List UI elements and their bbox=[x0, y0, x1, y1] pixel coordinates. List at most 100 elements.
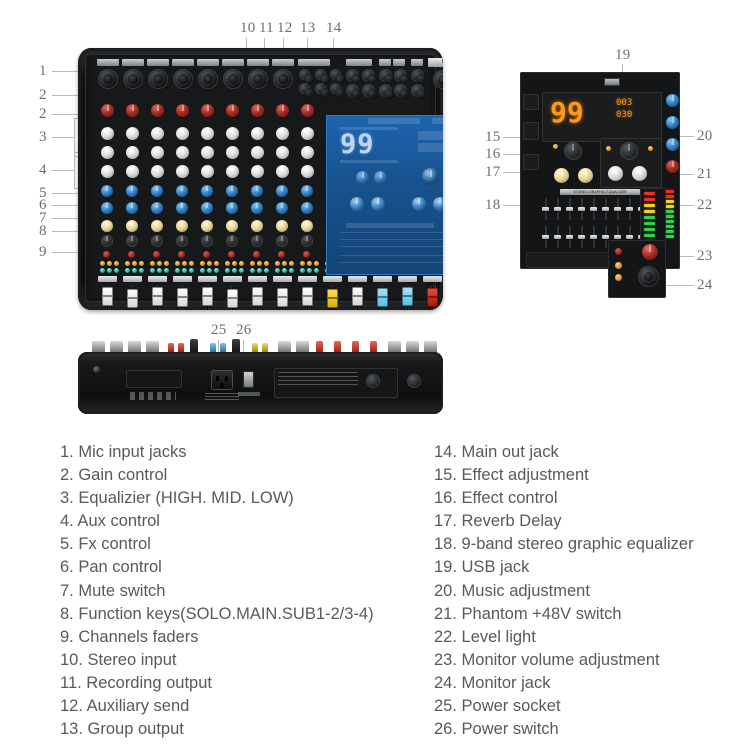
aux-control-knob[interactable] bbox=[251, 202, 263, 214]
eq-band-slider[interactable] bbox=[578, 235, 585, 239]
eq-mid-knob[interactable] bbox=[301, 146, 314, 159]
function-key-sub[interactable] bbox=[114, 261, 119, 266]
music-adjustment-knob[interactable] bbox=[620, 142, 638, 160]
eq-high-knob[interactable] bbox=[276, 127, 289, 140]
function-key-main[interactable] bbox=[307, 261, 312, 266]
rca-jack-stereo-l[interactable] bbox=[299, 69, 314, 84]
channel-fader[interactable] bbox=[102, 287, 113, 306]
gain-control-knob[interactable] bbox=[101, 104, 114, 117]
function-key-sub[interactable] bbox=[264, 268, 269, 273]
gain-control-knob[interactable] bbox=[301, 104, 314, 117]
mute-switch[interactable] bbox=[178, 251, 185, 258]
function-key-main[interactable] bbox=[132, 268, 137, 273]
rca-jack-rec-r[interactable] bbox=[315, 83, 330, 98]
channel-fader[interactable] bbox=[127, 289, 138, 308]
sub-1-2-fader[interactable] bbox=[377, 288, 388, 307]
pan-control-knob[interactable] bbox=[301, 235, 313, 247]
eq-band-slider[interactable] bbox=[566, 235, 573, 239]
aux-control-knob[interactable] bbox=[151, 185, 163, 197]
channel-fader[interactable] bbox=[202, 287, 213, 306]
eq-high-knob[interactable] bbox=[176, 127, 189, 140]
main-out-trs-jack[interactable] bbox=[411, 69, 426, 84]
aux-control-knob[interactable] bbox=[126, 185, 138, 197]
power-socket[interactable] bbox=[211, 370, 233, 390]
function-key-solo[interactable] bbox=[200, 268, 205, 273]
function-key-main[interactable] bbox=[282, 268, 287, 273]
return-knob[interactable] bbox=[666, 160, 679, 173]
music-level-knob[interactable] bbox=[632, 166, 647, 181]
channel-fader[interactable] bbox=[152, 287, 163, 306]
main-left-fader[interactable] bbox=[427, 288, 438, 307]
function-key-solo[interactable] bbox=[300, 261, 305, 266]
effect-adjustment-knob[interactable] bbox=[564, 142, 582, 160]
function-key-solo[interactable] bbox=[275, 261, 280, 266]
mic-input-jack[interactable] bbox=[98, 69, 118, 89]
function-key-sub[interactable] bbox=[314, 261, 319, 266]
mic-input-jack[interactable] bbox=[198, 69, 218, 89]
aux-control-knob[interactable] bbox=[301, 202, 313, 214]
function-key-main[interactable] bbox=[307, 268, 312, 273]
eq-band-slider[interactable] bbox=[542, 235, 549, 239]
aux-control-knob[interactable] bbox=[176, 202, 188, 214]
eq-high-knob[interactable] bbox=[151, 127, 164, 140]
eq-mid-knob[interactable] bbox=[176, 146, 189, 159]
function-key-sub[interactable] bbox=[214, 268, 219, 273]
group-output-jack[interactable] bbox=[394, 84, 409, 99]
eq-low-knob[interactable] bbox=[276, 165, 289, 178]
eq-band-slider[interactable] bbox=[590, 207, 597, 211]
aux-control-knob[interactable] bbox=[251, 185, 263, 197]
function-key-main[interactable] bbox=[232, 268, 237, 273]
function-key-main[interactable] bbox=[207, 268, 212, 273]
function-key-sub[interactable] bbox=[139, 268, 144, 273]
mute-switch[interactable] bbox=[203, 251, 210, 258]
music-adjust-knob[interactable] bbox=[422, 168, 439, 185]
eq-low-knob[interactable] bbox=[126, 165, 139, 178]
mute-switch[interactable] bbox=[278, 251, 285, 258]
function-key-main[interactable] bbox=[157, 261, 162, 266]
gain-control-knob[interactable] bbox=[201, 104, 214, 117]
mp3-fader[interactable] bbox=[352, 287, 363, 306]
fx-control-knob[interactable] bbox=[151, 220, 163, 232]
mic-input-jack[interactable] bbox=[248, 69, 268, 89]
rca-jack-rec-r2[interactable] bbox=[330, 83, 345, 98]
eq-band-slider[interactable] bbox=[578, 207, 585, 211]
function-key-main[interactable] bbox=[107, 261, 112, 266]
eq-low-knob[interactable] bbox=[176, 165, 189, 178]
function-key-main[interactable] bbox=[257, 261, 262, 266]
music-level-knob[interactable] bbox=[433, 197, 443, 211]
rear-jack[interactable] bbox=[366, 374, 380, 388]
aux-control-knob[interactable] bbox=[226, 185, 238, 197]
function-key-sub[interactable] bbox=[189, 261, 194, 266]
aux-control-knob[interactable] bbox=[201, 185, 213, 197]
fx-control-knob[interactable] bbox=[276, 220, 288, 232]
function-key-solo[interactable] bbox=[200, 261, 205, 266]
fx-control-knob[interactable] bbox=[101, 220, 113, 232]
aux-send-jack[interactable] bbox=[346, 69, 361, 84]
mute-switch[interactable] bbox=[253, 251, 260, 258]
fx-control-knob[interactable] bbox=[176, 220, 188, 232]
eq-high-knob[interactable] bbox=[226, 127, 239, 140]
eq-high-knob[interactable] bbox=[201, 127, 214, 140]
pan-control-knob[interactable] bbox=[251, 235, 263, 247]
fx-fader[interactable] bbox=[327, 289, 338, 308]
gain-control-knob[interactable] bbox=[226, 104, 239, 117]
function-key-sub[interactable] bbox=[239, 261, 244, 266]
function-key-solo[interactable] bbox=[300, 268, 305, 273]
rca-jack-rec-l2[interactable] bbox=[330, 69, 345, 84]
gain-control-knob[interactable] bbox=[151, 104, 164, 117]
aux-control-knob[interactable] bbox=[201, 202, 213, 214]
eq-band-slider[interactable] bbox=[542, 207, 549, 211]
eq-band-slider[interactable] bbox=[554, 207, 561, 211]
eq-band-slider[interactable] bbox=[614, 235, 621, 239]
eq-low-knob[interactable] bbox=[301, 165, 314, 178]
sub-3-4-fader[interactable] bbox=[402, 287, 413, 306]
mic-input-jack[interactable] bbox=[273, 69, 293, 89]
function-key-main[interactable] bbox=[132, 261, 137, 266]
eq-mid-knob[interactable] bbox=[276, 146, 289, 159]
music-level-knob[interactable] bbox=[608, 166, 623, 181]
aux-send-knob[interactable] bbox=[666, 116, 679, 129]
channel-fader[interactable] bbox=[227, 289, 238, 308]
aux-control-knob[interactable] bbox=[301, 185, 313, 197]
mic-input-jack[interactable] bbox=[173, 69, 193, 89]
eq-mid-knob[interactable] bbox=[251, 146, 264, 159]
